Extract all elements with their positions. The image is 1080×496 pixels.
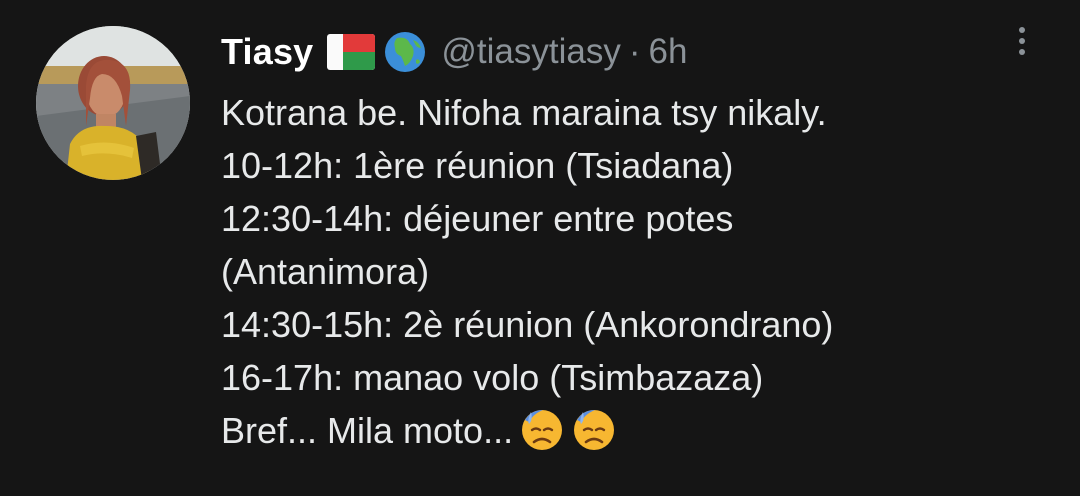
timestamp[interactable]: 6h [649,32,688,72]
tweet-line: 14:30-15h: 2è réunion (Ankorondrano) [221,304,834,345]
more-dot [1019,49,1025,55]
tweet-line: (Antanimora) [221,251,430,292]
user-handle[interactable]: @tiasytiasy [441,32,620,72]
avatar[interactable] [36,26,190,180]
tweet-line-last: Bref... Mila moto... [221,404,1061,457]
globe-africa-icon [383,30,427,74]
avatar-photo [36,26,190,180]
tweet-line: 12:30-14h: déjeuner entre potes [221,198,734,239]
downcast-face-with-sweat-icon [571,406,617,452]
downcast-face-with-sweat-icon [519,406,565,452]
tweet-line-text: Bref... Mila moto... [221,410,514,451]
tweet-line: 16-17h: manao volo (Tsimbazaza) [221,357,764,398]
more-options-icon[interactable] [1008,22,1036,66]
tweet-text: Kotrana be. Nifoha maraina tsy nikaly. 1… [221,86,1061,457]
separator-dot: · [628,32,641,71]
more-dot [1019,38,1025,44]
madagascar-flag-icon [327,34,376,70]
tweet-card[interactable]: Tiasy @tiasytiasy · 6h Kotrana be. Nifoh… [0,0,1080,496]
display-name[interactable]: Tiasy [221,31,313,73]
tweet-line: Kotrana be. Nifoha maraina tsy nikaly. [221,92,827,133]
tweet-header: Tiasy @tiasytiasy · 6h [221,24,687,80]
tweet-line: 10-12h: 1ère réunion (Tsiadana) [221,145,734,186]
more-dot [1019,27,1025,33]
